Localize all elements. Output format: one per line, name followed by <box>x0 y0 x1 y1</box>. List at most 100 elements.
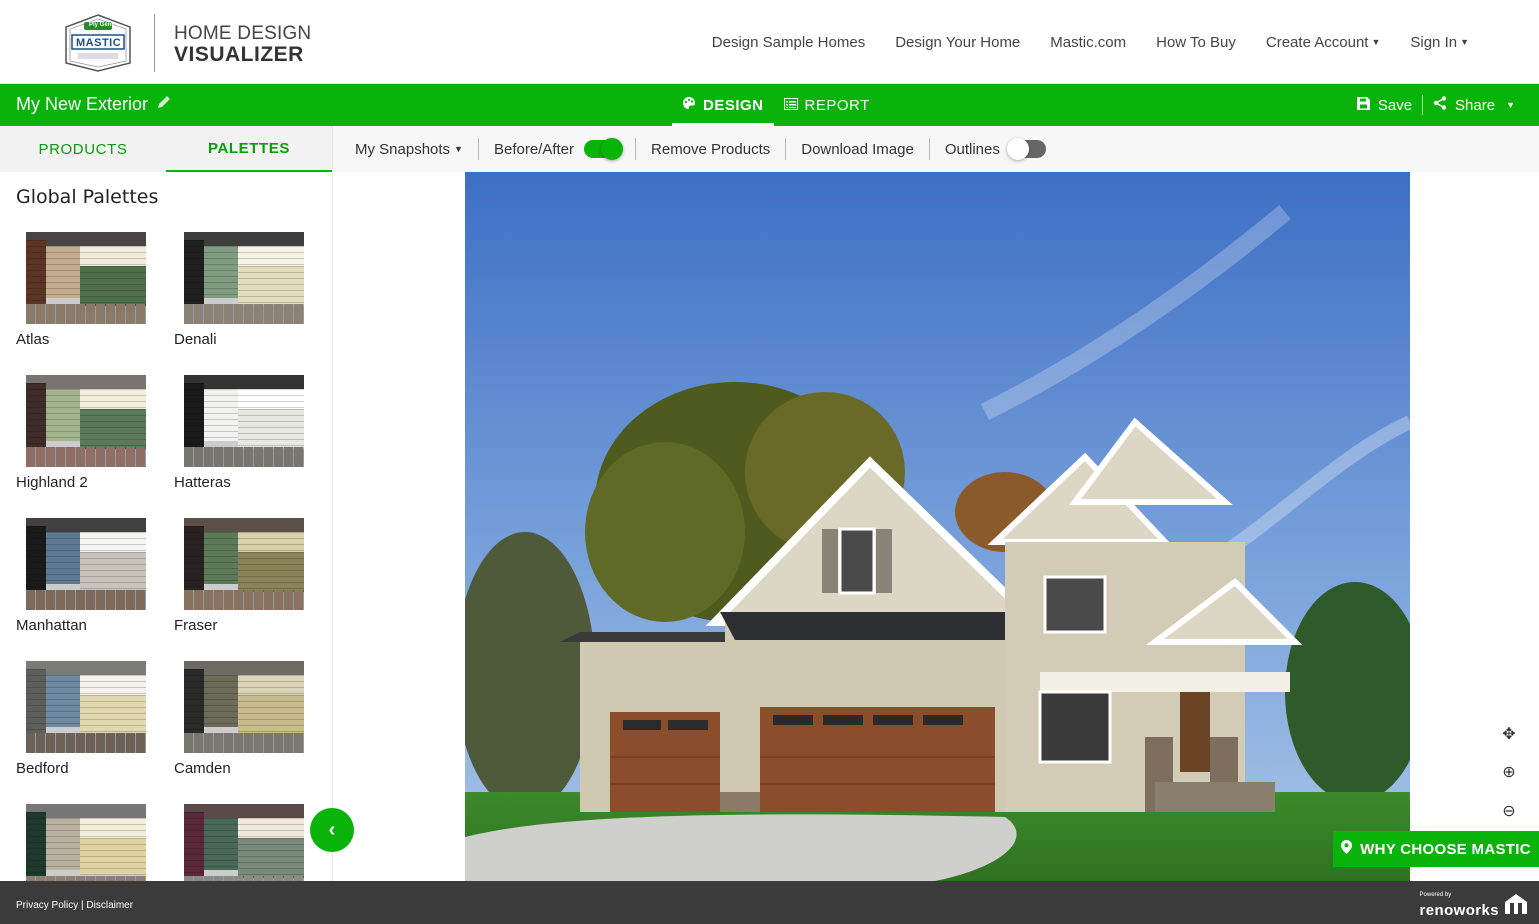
swatch-siding-secondary <box>80 552 146 592</box>
zoom-in-icon[interactable]: ⊕ <box>1502 762 1515 782</box>
palette-card[interactable]: Atlas <box>16 232 156 348</box>
download-image-button[interactable]: Download Image <box>786 141 929 158</box>
palette-card[interactable]: Bedford <box>16 661 156 777</box>
map-pin-icon <box>1341 840 1353 858</box>
zoom-controls: ✥ ⊕ ⊖ <box>1491 715 1527 830</box>
palette-swatch <box>26 375 146 467</box>
palette-card[interactable]: Camden <box>174 661 314 777</box>
palette-swatch <box>184 375 304 467</box>
tab-design-label: DESIGN <box>703 96 764 114</box>
palette-name: Highland 2 <box>16 474 88 491</box>
app-title-line2: VISUALIZER <box>174 43 304 66</box>
swatch-siding-secondary <box>238 266 304 306</box>
palette-swatch <box>26 518 146 610</box>
logo-divider <box>154 14 155 72</box>
panel-tabs: PRODUCTS PALETTES <box>0 126 332 172</box>
caret-down-icon: ▼ <box>1371 37 1381 47</box>
caret-down-icon: ▼ <box>1460 37 1469 47</box>
why-choose-mastic-button[interactable]: WHY CHOOSE MASTIC <box>1333 831 1539 867</box>
renoworks-brand: renoworks <box>1419 902 1499 919</box>
swatch-trim <box>238 532 304 552</box>
privacy-policy-link[interactable]: Privacy Policy <box>16 900 78 911</box>
mastic-logo[interactable]: Ply Gem MASTIC <box>62 13 134 73</box>
palette-name: Bedford <box>16 760 69 777</box>
top-header: Ply Gem MASTIC HOME DESIGN VISUALIZER De… <box>0 0 1539 84</box>
zoom-out-icon[interactable]: ⊖ <box>1502 801 1515 821</box>
share-label: Share <box>1455 96 1496 114</box>
tab-palettes[interactable]: PALETTES <box>166 126 332 172</box>
my-snapshots-dropdown[interactable]: My Snapshots ▼ <box>333 141 478 158</box>
palette-name: Denali <box>174 331 217 348</box>
tab-design[interactable]: DESIGN <box>672 84 774 126</box>
swatch-stone <box>184 304 304 324</box>
outlines-toggle[interactable] <box>1006 138 1046 160</box>
nav-sign-in[interactable]: Sign In ▼ <box>1410 34 1469 51</box>
nav-design-your-home[interactable]: Design Your Home <box>895 34 1020 51</box>
app-title: HOME DESIGN VISUALIZER <box>174 24 311 65</box>
tab-report-label: REPORT <box>804 96 870 114</box>
project-name[interactable]: My New Exterior <box>16 94 172 115</box>
swatch-shutter <box>26 812 46 876</box>
nav-create-account[interactable]: Create Account ▼ <box>1266 34 1380 51</box>
palette-card[interactable]: Highland 2 <box>16 375 156 491</box>
pan-icon[interactable]: ✥ <box>1502 724 1515 744</box>
palette-card[interactable] <box>174 804 314 881</box>
app-title-line1: HOME DESIGN <box>174 23 312 44</box>
palette-card[interactable]: Manhattan <box>16 518 156 634</box>
remove-products-button[interactable]: Remove Products <box>636 141 785 158</box>
palette-swatch <box>26 232 146 324</box>
palette-swatch <box>184 232 304 324</box>
nav-mastic-com[interactable]: Mastic.com <box>1050 34 1126 51</box>
swatch-trim <box>238 246 304 266</box>
swatch-shutter <box>184 240 204 304</box>
palette-swatch <box>184 518 304 610</box>
disclaimer-link[interactable]: Disclaimer <box>86 900 133 911</box>
report-icon <box>783 97 798 114</box>
nav-design-sample-homes[interactable]: Design Sample Homes <box>712 34 865 51</box>
outlines-label: Outlines <box>944 140 1000 158</box>
save-icon <box>1356 96 1370 114</box>
save-button[interactable]: Save <box>1347 96 1422 114</box>
swatch-shutter <box>184 812 204 876</box>
swatch-siding-secondary <box>238 695 304 735</box>
swatch-shutter <box>26 240 46 304</box>
project-actions: Save Share ▼ <box>1347 84 1525 126</box>
tab-products[interactable]: PRODUCTS <box>0 126 166 172</box>
powered-text: Powered by renoworks <box>1419 892 1499 919</box>
palette-card[interactable]: Denali <box>174 232 314 348</box>
swatch-trim <box>80 389 146 409</box>
palette-icon <box>682 96 696 114</box>
before-after-control: Before/After <box>479 138 635 160</box>
palette-swatch <box>26 661 146 753</box>
palette-card[interactable]: Fraser <box>174 518 314 634</box>
swatch-shutter <box>26 669 46 733</box>
swatch-shutter <box>26 383 46 447</box>
nav-create-account-label: Create Account <box>1265 34 1369 51</box>
palette-swatch <box>184 661 304 753</box>
swatch-shutter <box>184 669 204 733</box>
swatch-siding-secondary <box>80 695 146 735</box>
share-button[interactable]: Share ▼ <box>1423 96 1525 114</box>
powered-by-renoworks[interactable]: Powered by renoworks <box>1419 892 1527 919</box>
house-photo[interactable] <box>465 172 1410 881</box>
pencil-icon[interactable] <box>156 94 172 115</box>
nav-how-to-buy[interactable]: How To Buy <box>1156 34 1236 51</box>
before-after-toggle[interactable] <box>584 138 624 160</box>
toggle-knob <box>601 138 624 160</box>
save-label: Save <box>1377 96 1413 114</box>
palette-name: Manhattan <box>16 617 87 634</box>
project-name-label: My New Exterior <box>16 94 149 114</box>
swatch-trim <box>238 389 304 409</box>
palette-card[interactable]: Hatteras <box>174 375 314 491</box>
palette-card[interactable] <box>16 804 156 881</box>
swatch-stone <box>26 590 146 610</box>
swatch-trim <box>80 532 146 552</box>
top-nav: Design Sample Homes Design Your Home Mas… <box>712 34 1469 51</box>
share-icon <box>1433 96 1447 114</box>
tab-report[interactable]: REPORT <box>774 84 880 126</box>
mode-tabs: DESIGN REPORT <box>672 84 880 126</box>
swatch-stone <box>184 590 304 610</box>
palette-name: Atlas <box>16 331 50 348</box>
collapse-panel-button[interactable]: ‹ <box>310 808 354 852</box>
swatch-siding-secondary <box>238 409 304 449</box>
